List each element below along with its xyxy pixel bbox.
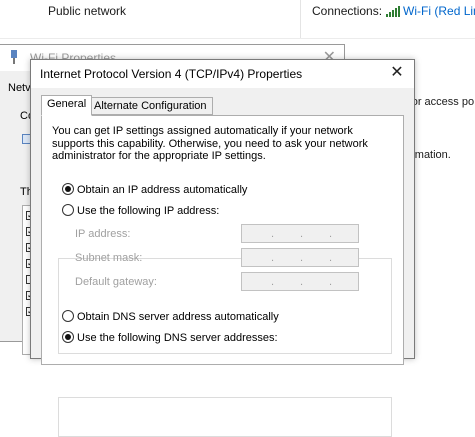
default-gateway-input[interactable]: . . . (241, 272, 359, 291)
ipv4-properties-dialog: Internet Protocol Version 4 (TCP/IPv4) P… (30, 59, 415, 437)
dns-address-group (58, 397, 392, 437)
access-point-text: r or access po (405, 96, 475, 108)
ip-separator: . (271, 276, 275, 288)
close-button[interactable]: ✕ (380, 60, 414, 88)
ip-separator: . (329, 228, 333, 240)
connections-row: Connections: Wi-Fi (Red Line (312, 4, 475, 20)
use-following-ip-radio[interactable]: Use the following IP address: (62, 204, 219, 217)
dialog-title: Internet Protocol Version 4 (TCP/IPv4) P… (40, 67, 303, 81)
ip-separator: . (300, 228, 304, 240)
network-type-label: Public network (48, 4, 127, 18)
connections-label: Connections: (312, 4, 383, 18)
obtain-ip-auto-label: Obtain an IP address automatically (77, 184, 248, 196)
intro-text: You can get IP settings assigned automat… (52, 125, 368, 162)
ip-address-input[interactable]: . . . (241, 224, 359, 243)
tab-networking[interactable]: Netv (8, 82, 31, 94)
radio-selected-icon (62, 183, 74, 195)
network-adapter-icon (8, 50, 20, 67)
header-divider (300, 0, 301, 38)
dialog-titlebar: Internet Protocol Version 4 (TCP/IPv4) P… (31, 60, 414, 88)
use-following-dns-label: Use the following DNS server addresses: (77, 332, 278, 344)
network-header-strip (0, 0, 300, 40)
obtain-dns-auto-label: Obtain DNS server address automatically (77, 311, 279, 323)
radio-selected-icon (62, 331, 74, 343)
radio-unselected-icon (62, 204, 74, 216)
obtain-dns-auto-radio[interactable]: Obtain DNS server address automatically (62, 310, 279, 323)
default-gateway-label: Default gateway: (75, 276, 157, 288)
tab-alternate-configuration[interactable]: Alternate Configuration (88, 97, 213, 115)
wifi-signal-icon (386, 5, 401, 20)
ip-separator: . (329, 252, 333, 264)
general-tab-panel: You can get IP settings assigned automat… (41, 115, 404, 437)
ip-address-label: IP address: (75, 228, 131, 240)
use-following-dns-radio[interactable]: Use the following DNS server addresses: (62, 331, 278, 344)
ip-separator: . (271, 252, 275, 264)
radio-unselected-icon (62, 310, 74, 322)
obtain-ip-auto-radio[interactable]: Obtain an IP address automatically (62, 183, 247, 196)
ip-separator: . (300, 276, 304, 288)
use-following-ip-label: Use the following IP address: (77, 205, 220, 217)
ip-separator: . (271, 228, 275, 240)
ip-separator: . (300, 252, 304, 264)
ip-separator: . (329, 276, 333, 288)
subnet-mask-input[interactable]: . . . (241, 248, 359, 267)
subnet-mask-label: Subnet mask: (75, 252, 143, 264)
tab-general[interactable]: General (41, 95, 93, 116)
wifi-connection-link[interactable]: Wi-Fi (Red Line (403, 4, 475, 18)
header-separator (0, 38, 475, 39)
